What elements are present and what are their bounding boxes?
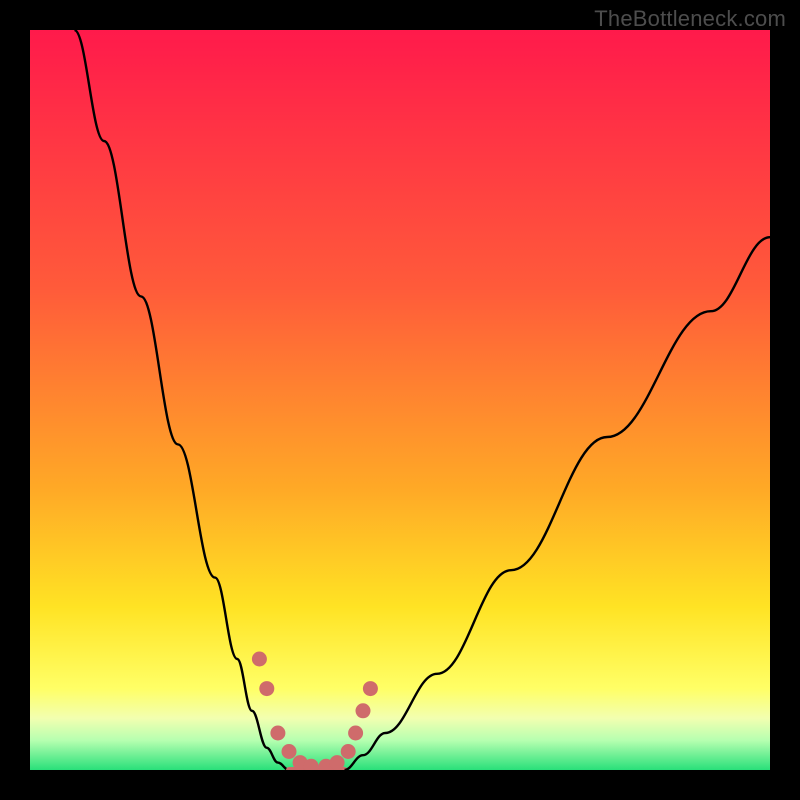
highlight-dot (282, 744, 297, 759)
chart-frame: TheBottleneck.com (0, 0, 800, 800)
curve-path (74, 30, 770, 770)
highlight-dot (270, 726, 285, 741)
highlight-dot (252, 652, 267, 667)
curve-right-branch (345, 237, 771, 770)
plot-area (30, 30, 770, 770)
highlight-dot (356, 703, 371, 718)
highlight-dot (341, 744, 356, 759)
bottleneck-curve (30, 30, 770, 770)
highlight-dot (363, 681, 378, 696)
highlight-dot (348, 726, 363, 741)
highlight-dot (259, 681, 274, 696)
watermark-text: TheBottleneck.com (594, 6, 786, 32)
highlight-dot (330, 755, 345, 770)
